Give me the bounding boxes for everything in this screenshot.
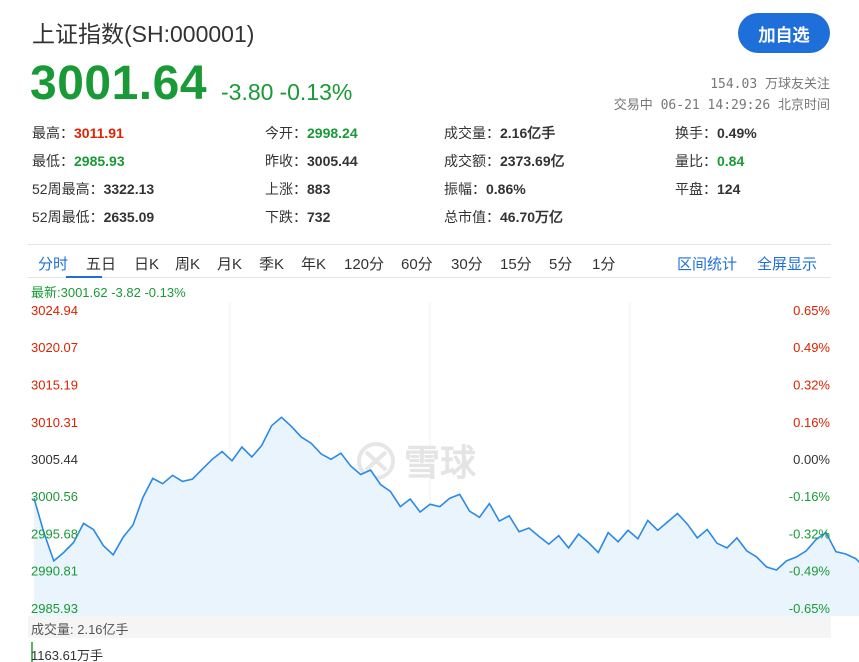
y-axis-right-tick: 0.49% [793, 340, 830, 355]
volume-label: 成交量: 2.16亿手 [31, 622, 129, 637]
y-axis-right-tick: -0.65% [789, 601, 831, 616]
y-axis-left-tick: 2985.93 [31, 601, 78, 616]
volume-header-bar [28, 616, 831, 638]
y-axis-right-tick: -0.32% [789, 527, 831, 542]
y-axis-left-tick: 3010.31 [31, 415, 78, 430]
y-axis-left-tick: 3020.07 [31, 340, 78, 355]
y-axis-right-tick: 0.00% [793, 452, 830, 467]
watermark-text: 雪球 [404, 443, 477, 484]
y-axis-right-tick: 0.32% [793, 377, 830, 392]
y-axis-right-tick: 0.65% [793, 303, 830, 318]
y-axis-left-tick: 2990.81 [31, 564, 78, 579]
y-axis-left-tick: 3024.94 [31, 303, 78, 318]
volume-max-label: 1163.61万手 [31, 648, 104, 662]
y-axis-left-tick: 3005.44 [31, 452, 78, 467]
y-axis-right-tick: -0.49% [789, 564, 831, 579]
y-axis-left-tick: 2995.68 [31, 527, 78, 542]
y-axis-left-tick: 3015.19 [31, 377, 78, 392]
y-axis-left-tick: 3000.56 [31, 489, 78, 504]
y-axis-right-tick: 0.16% [793, 415, 830, 430]
y-axis-right-tick: -0.16% [789, 489, 831, 504]
intraday-chart[interactable]: 雪球 3024.94 3020.07 3015.19 3010.31 3005.44 300… [0, 0, 859, 662]
